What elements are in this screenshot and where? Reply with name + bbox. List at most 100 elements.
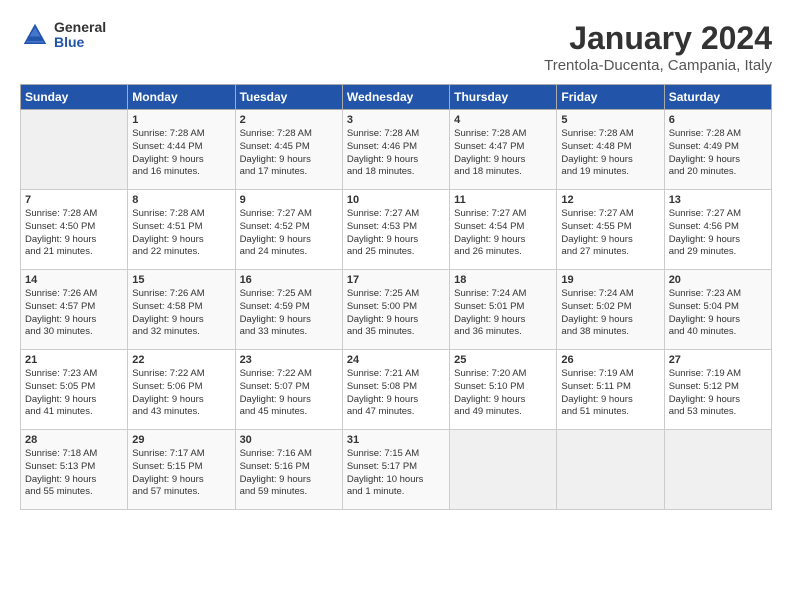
cell-content: Sunrise: 7:17 AMSunset: 5:15 PMDaylight:… xyxy=(132,448,230,499)
cell-content: Sunrise: 7:27 AMSunset: 4:52 PMDaylight:… xyxy=(240,208,338,259)
cell-content: Sunrise: 7:16 AMSunset: 5:16 PMDaylight:… xyxy=(240,448,338,499)
cell-content: Sunrise: 7:23 AMSunset: 5:04 PMDaylight:… xyxy=(669,288,767,339)
cell-content: Sunrise: 7:25 AMSunset: 4:59 PMDaylight:… xyxy=(240,288,338,339)
day-number: 25 xyxy=(454,354,552,366)
day-number: 15 xyxy=(132,274,230,286)
calendar-cell: 10 Sunrise: 7:27 AMSunset: 4:53 PMDayligh… xyxy=(342,190,449,270)
calendar-cell: 12Sunrise: 7:27 AMSunset: 4:55 PMDayligh… xyxy=(557,190,664,270)
day-number: 29 xyxy=(132,434,230,446)
cell-content: Sunrise: 7:23 AMSunset: 5:05 PMDaylight:… xyxy=(25,368,123,419)
logo-general-text: General xyxy=(54,20,106,35)
cell-content: Sunrise: 7:27 AMSunset: 4:56 PMDaylight:… xyxy=(669,208,767,259)
day-number: 5 xyxy=(561,114,659,126)
calendar-cell xyxy=(450,430,557,510)
calendar-cell xyxy=(557,430,664,510)
cell-content: Sunrise: 7:27 AMSunset: 4:54 PMDaylight:… xyxy=(454,208,552,259)
calendar-cell: 8Sunrise: 7:28 AMSunset: 4:51 PMDaylight… xyxy=(128,190,235,270)
logo: General Blue xyxy=(20,20,106,51)
calendar-cell: 2Sunrise: 7:28 AMSunset: 4:45 PMDaylight… xyxy=(235,110,342,190)
day-header-friday: Friday xyxy=(557,85,664,110)
calendar-week-1: 1Sunrise: 7:28 AMSunset: 4:44 PMDaylight… xyxy=(21,110,772,190)
calendar-cell: 1Sunrise: 7:28 AMSunset: 4:44 PMDaylight… xyxy=(128,110,235,190)
day-header-monday: Monday xyxy=(128,85,235,110)
day-header-wednesday: Wednesday xyxy=(342,85,449,110)
day-number: 31 xyxy=(347,434,445,446)
day-number: 19 xyxy=(561,274,659,286)
day-number: 6 xyxy=(669,114,767,126)
day-number: 21 xyxy=(25,354,123,366)
day-number: 7 xyxy=(25,194,123,206)
calendar-cell xyxy=(664,430,771,510)
logo-icon xyxy=(20,20,50,50)
cell-content: Sunrise: 7:25 AMSunset: 5:00 PMDaylight:… xyxy=(347,288,445,339)
cell-content: Sunrise: 7:26 AMSunset: 4:57 PMDaylight:… xyxy=(25,288,123,339)
page-header: General Blue January 2024 Trentola-Ducen… xyxy=(20,20,772,74)
cell-content: Sunrise: 7:28 AMSunset: 4:50 PMDaylight:… xyxy=(25,208,123,259)
cell-content: Sunrise: 7:19 AMSunset: 5:12 PMDaylight:… xyxy=(669,368,767,419)
calendar-cell: 28 Sunrise: 7:18 AMSunset: 5:13 PMDayligh… xyxy=(21,430,128,510)
day-header-thursday: Thursday xyxy=(450,85,557,110)
location-text: Trentola-Ducenta, Campania, Italy xyxy=(544,57,772,74)
day-header-saturday: Saturday xyxy=(664,85,771,110)
calendar-header: SundayMondayTuesdayWednesdayThursdayFrid… xyxy=(21,85,772,110)
day-number: 24 xyxy=(347,354,445,366)
day-number: 4 xyxy=(454,114,552,126)
calendar-cell: 29 Sunrise: 7:17 AMSunset: 5:15 PMDayligh… xyxy=(128,430,235,510)
cell-content: Sunrise: 7:27 AMSunset: 4:55 PMDaylight:… xyxy=(561,208,659,259)
cell-content: Sunrise: 7:24 AMSunset: 5:02 PMDaylight:… xyxy=(561,288,659,339)
day-number: 14 xyxy=(25,274,123,286)
cell-content: Sunrise: 7:27 AMSunset: 4:53 PMDaylight:… xyxy=(347,208,445,259)
calendar-cell: 26 Sunrise: 7:19 AMSunset: 5:11 PMDayligh… xyxy=(557,350,664,430)
calendar-cell: 22 Sunrise: 7:22 AMSunset: 5:06 PMDayligh… xyxy=(128,350,235,430)
calendar-cell: 30 Sunrise: 7:16 AMSunset: 5:16 PMDayligh… xyxy=(235,430,342,510)
day-number: 17 xyxy=(347,274,445,286)
cell-content: Sunrise: 7:26 AMSunset: 4:58 PMDaylight:… xyxy=(132,288,230,339)
calendar-cell: 9 Sunrise: 7:27 AMSunset: 4:52 PMDaylight… xyxy=(235,190,342,270)
calendar-week-5: 28 Sunrise: 7:18 AMSunset: 5:13 PMDayligh… xyxy=(21,430,772,510)
calendar-cell: 19 Sunrise: 7:24 AMSunset: 5:02 PMDayligh… xyxy=(557,270,664,350)
calendar-cell: 17 Sunrise: 7:25 AMSunset: 5:00 PMDayligh… xyxy=(342,270,449,350)
logo-text: General Blue xyxy=(54,20,106,51)
calendar-cell: 14 Sunrise: 7:26 AMSunset: 4:57 PMDayligh… xyxy=(21,270,128,350)
day-number: 9 xyxy=(240,194,338,206)
cell-content: Sunrise: 7:28 AMSunset: 4:47 PMDaylight:… xyxy=(454,128,552,179)
cell-content: Sunrise: 7:22 AMSunset: 5:07 PMDaylight:… xyxy=(240,368,338,419)
title-block: January 2024 Trentola-Ducenta, Campania,… xyxy=(544,20,772,74)
day-number: 11 xyxy=(454,194,552,206)
calendar-cell: 3Sunrise: 7:28 AMSunset: 4:46 PMDaylight… xyxy=(342,110,449,190)
calendar-cell: 31Sunrise: 7:15 AMSunset: 5:17 PMDayligh… xyxy=(342,430,449,510)
day-number: 8 xyxy=(132,194,230,206)
cell-content: Sunrise: 7:21 AMSunset: 5:08 PMDaylight:… xyxy=(347,368,445,419)
calendar-cell: 23Sunrise: 7:22 AMSunset: 5:07 PMDayligh… xyxy=(235,350,342,430)
calendar-cell: 6 Sunrise: 7:28 AMSunset: 4:49 PMDaylight… xyxy=(664,110,771,190)
day-number: 26 xyxy=(561,354,659,366)
cell-content: Sunrise: 7:22 AMSunset: 5:06 PMDaylight:… xyxy=(132,368,230,419)
month-title: January 2024 xyxy=(544,20,772,57)
cell-content: Sunrise: 7:18 AMSunset: 5:13 PMDaylight:… xyxy=(25,448,123,499)
calendar-cell: 27 Sunrise: 7:19 AMSunset: 5:12 PMDayligh… xyxy=(664,350,771,430)
cell-content: Sunrise: 7:28 AMSunset: 4:49 PMDaylight:… xyxy=(669,128,767,179)
day-number: 22 xyxy=(132,354,230,366)
day-number: 16 xyxy=(240,274,338,286)
calendar-body: 1Sunrise: 7:28 AMSunset: 4:44 PMDaylight… xyxy=(21,110,772,510)
calendar-cell: 16 Sunrise: 7:25 AMSunset: 4:59 PMDayligh… xyxy=(235,270,342,350)
day-header-tuesday: Tuesday xyxy=(235,85,342,110)
day-number: 18 xyxy=(454,274,552,286)
day-number: 20 xyxy=(669,274,767,286)
cell-content: Sunrise: 7:28 AMSunset: 4:44 PMDaylight:… xyxy=(132,128,230,179)
calendar-cell: 4 Sunrise: 7:28 AMSunset: 4:47 PMDaylight… xyxy=(450,110,557,190)
cell-content: Sunrise: 7:19 AMSunset: 5:11 PMDaylight:… xyxy=(561,368,659,419)
day-number: 30 xyxy=(240,434,338,446)
calendar-cell: 18Sunrise: 7:24 AMSunset: 5:01 PMDayligh… xyxy=(450,270,557,350)
calendar-cell: 24 Sunrise: 7:21 AMSunset: 5:08 PMDayligh… xyxy=(342,350,449,430)
day-number: 13 xyxy=(669,194,767,206)
cell-content: Sunrise: 7:20 AMSunset: 5:10 PMDaylight:… xyxy=(454,368,552,419)
cell-content: Sunrise: 7:28 AMSunset: 4:48 PMDaylight:… xyxy=(561,128,659,179)
calendar-cell: 15 Sunrise: 7:26 AMSunset: 4:58 PMDayligh… xyxy=(128,270,235,350)
day-number: 28 xyxy=(25,434,123,446)
cell-content: Sunrise: 7:28 AMSunset: 4:46 PMDaylight:… xyxy=(347,128,445,179)
day-number: 10 xyxy=(347,194,445,206)
day-number: 27 xyxy=(669,354,767,366)
day-header-sunday: Sunday xyxy=(21,85,128,110)
day-number: 2 xyxy=(240,114,338,126)
